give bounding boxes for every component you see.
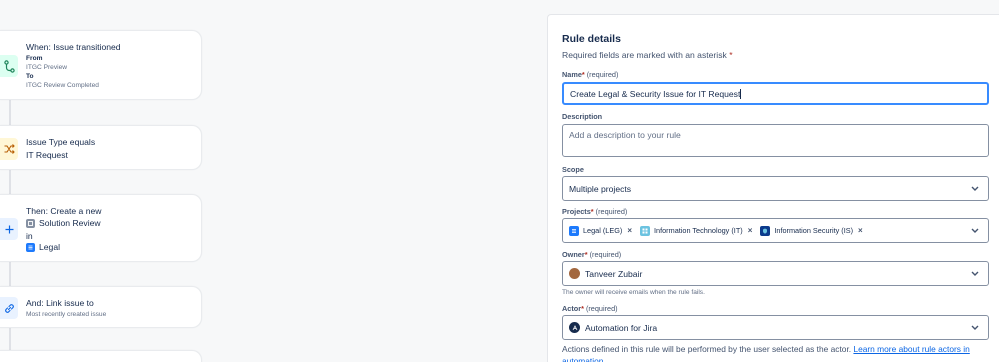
trigger-card[interactable]: When: Issue transitioned From ITGC Previ… (0, 30, 202, 100)
name-value: Create Legal & Security Issue for IT Req… (570, 88, 741, 99)
required-hint: (required) (589, 250, 622, 259)
solution-review-icon (26, 218, 35, 228)
name-label-text: Name (562, 70, 582, 79)
branch-subtitle: Most recently created issue (26, 311, 107, 318)
project-tag-legal[interactable]: Legal (LEG) × (569, 225, 632, 236)
rule-details-panel: Rule details Required fields are marked … (547, 14, 999, 362)
actor-select[interactable]: Automation for Jira (562, 315, 989, 340)
projects-label-text: Projects (562, 207, 591, 216)
asterisk: * (729, 50, 733, 60)
plus-icon (0, 218, 18, 240)
actor-note-text: Actions defined in this rule will be per… (562, 344, 852, 354)
next-card[interactable] (0, 350, 202, 362)
action-project-label: Legal (39, 242, 61, 252)
it-project-icon (640, 225, 651, 236)
required-hint: (required) (585, 304, 618, 313)
rule-details-heading: Rule details (562, 33, 621, 45)
automation-avatar-icon (569, 322, 580, 333)
required-fields-note: Required fields are marked with an aster… (562, 50, 733, 60)
scope-label: Scope (562, 165, 584, 174)
project-tag-it[interactable]: Information Technology (IT) × (640, 225, 753, 236)
transition-icon (0, 55, 18, 77)
projects-select[interactable]: Legal (LEG) × Information Technology (IT… (562, 218, 989, 243)
project-tag-label: Information Security (IS) (774, 226, 854, 235)
condition-card[interactable]: Issue Type equals IT Request (0, 125, 202, 170)
chevron-down-icon (971, 323, 979, 332)
action-card[interactable]: Then: Create a new Solution Review in Le… (0, 194, 202, 262)
security-project-icon (760, 225, 771, 236)
description-field[interactable]: Add a description to your rule (562, 124, 989, 157)
action-in-label: in (26, 231, 33, 241)
avatar (569, 268, 580, 279)
actor-label: Actor* (required) (562, 304, 618, 313)
name-field[interactable]: Create Legal & Security Issue for IT Req… (562, 82, 989, 105)
required-note-text: Required fields are marked with an aster… (562, 50, 727, 60)
link-icon (0, 297, 18, 319)
asterisk: * (584, 250, 588, 259)
chevron-down-icon (971, 226, 979, 235)
owner-label-text: Owner (562, 250, 585, 259)
scope-select[interactable]: Multiple projects (562, 176, 989, 201)
text-cursor (740, 88, 742, 99)
legal-project-icon (26, 242, 35, 252)
actor-label-text: Actor (562, 304, 582, 313)
condition-value: IT Request (26, 150, 68, 160)
legal-project-icon (569, 225, 579, 236)
action-title: Then: Create a new (26, 206, 102, 216)
trigger-to-value: ITGC Review Completed (26, 82, 99, 89)
asterisk: * (590, 207, 594, 216)
flow-connector (9, 328, 11, 350)
actor-note: Actions defined in this rule will be per… (562, 344, 987, 362)
action-issue-type: Solution Review (26, 218, 101, 228)
remove-tag-icon[interactable]: × (858, 226, 863, 235)
project-tag-label: Information Technology (IT) (654, 226, 743, 235)
remove-tag-icon[interactable]: × (748, 226, 753, 235)
required-hint: (required) (595, 207, 628, 216)
rule-flow: When: Issue transitioned From ITGC Previ… (0, 0, 210, 362)
project-tag-security[interactable]: Information Security (IS) × (760, 225, 863, 236)
trigger-from-label: From (26, 55, 43, 62)
asterisk: * (581, 304, 584, 313)
trigger-title: When: Issue transitioned (26, 42, 121, 52)
owner-select[interactable]: Tanveer Zubair (562, 261, 989, 286)
branch-card[interactable]: And: Link issue to Most recently created… (0, 286, 202, 328)
description-placeholder: Add a description to your rule (569, 130, 681, 140)
flow-connector (9, 170, 11, 194)
remove-tag-icon[interactable]: × (627, 226, 632, 235)
flow-connector (9, 262, 11, 286)
chevron-down-icon (971, 269, 979, 278)
projects-label: Projects* (required) (562, 207, 627, 216)
actor-value: Automation for Jira (585, 322, 658, 333)
flow-connector (9, 100, 11, 125)
action-project: Legal (26, 242, 60, 252)
name-label: Name* (required) (562, 70, 618, 79)
trigger-to-label: To (26, 73, 34, 80)
owner-label: Owner* (required) (562, 250, 621, 259)
trigger-from-value: ITGC Preview (26, 64, 68, 71)
required-hint: (required) (586, 70, 619, 79)
owner-value: Tanveer Zubair (585, 268, 643, 279)
description-label: Description (562, 112, 603, 121)
project-tag-label: Legal (LEG) (583, 226, 623, 235)
condition-title: Issue Type equals (26, 137, 96, 147)
owner-helper-text: The owner will receive emails when the r… (562, 289, 705, 296)
asterisk: * (581, 70, 585, 79)
shuffle-icon (0, 138, 18, 160)
chevron-down-icon (971, 184, 979, 193)
action-issue-type-label: Solution Review (39, 218, 101, 228)
scope-value: Multiple projects (569, 183, 632, 194)
branch-title: And: Link issue to (26, 298, 94, 308)
